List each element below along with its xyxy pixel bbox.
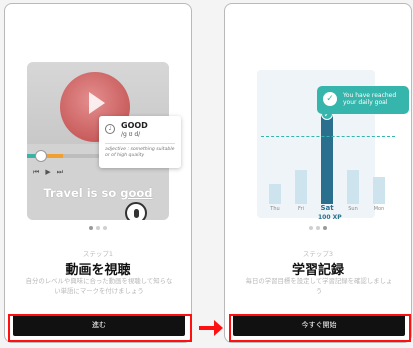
video-subtitle: Travel is so good	[27, 186, 169, 200]
page-dot	[96, 226, 100, 230]
goal-line	[261, 136, 395, 137]
page-dot	[309, 226, 313, 230]
chart-bar	[321, 114, 333, 204]
onboarding-screen-watch-video: ⏮ ▶ ⏭ Travel is so good ♩ GOOD /g ʊ d/ a…	[4, 3, 192, 343]
dictionary-ipa: /g ʊ d/	[121, 131, 141, 138]
chart-bar	[295, 170, 307, 204]
page-dot	[316, 226, 320, 230]
toast-line-1: You have reached	[343, 92, 397, 99]
page-dot	[89, 226, 93, 230]
page-dot	[323, 226, 327, 230]
page-dots	[225, 226, 411, 230]
xp-value-label: 100 XP	[318, 214, 342, 221]
speaker-icon: ♩	[105, 124, 115, 134]
previous-icon: ⏮	[33, 168, 40, 176]
dictionary-popup: ♩ GOOD /g ʊ d/ adjective : something sui…	[99, 116, 181, 168]
subtitle-highlight-word: good	[120, 186, 153, 200]
chart-x-label: Sun	[348, 206, 358, 212]
tap-hand-icon	[125, 202, 147, 220]
play-icon	[89, 92, 105, 114]
daily-goal-toast: ✓ You have reached your daily goal	[317, 86, 409, 114]
toast-line-2: your daily goal	[343, 99, 388, 106]
chart-x-label: Mon	[373, 206, 385, 212]
step-label: ステップ3	[302, 250, 334, 258]
progress-knob	[35, 150, 47, 162]
chart-x-label: Thu	[270, 206, 280, 212]
weekly-xp-chart: ✓	[265, 104, 395, 204]
step-label: ステップ1	[82, 250, 114, 258]
page-description: 毎日の学習目標を設定して学習記録を確認しましょう	[245, 277, 393, 295]
page-dot	[103, 226, 107, 230]
chart-x-label: Fri	[298, 206, 304, 212]
page-description: 自分のレベルや興味に合った動画を視聴して知らない単語にマークを付けましょう	[25, 277, 173, 295]
chart-bar	[373, 177, 385, 204]
chart-bar	[347, 170, 359, 204]
right-arrow-icon	[199, 320, 223, 336]
dictionary-definition: adjective : something suitable or of hig…	[105, 147, 175, 158]
player-controls: ⏮ ▶ ⏭	[33, 168, 63, 177]
next-icon: ⏭	[56, 168, 64, 176]
check-icon: ✓	[323, 92, 337, 106]
highlight-box	[8, 314, 192, 342]
page-dots	[5, 226, 191, 230]
chart-x-label: Sat	[320, 204, 334, 212]
subtitle-text: Travel is so	[43, 186, 121, 200]
dictionary-divider	[105, 143, 175, 144]
highlight-box	[229, 314, 411, 342]
page-title: 学習記録	[291, 263, 344, 278]
chart-bar	[269, 184, 281, 204]
dictionary-word: GOOD	[121, 121, 148, 130]
play-small-icon: ▶	[45, 168, 51, 176]
onboarding-screen-study-record: ✓ ✓ You have reached your daily goal ステッ…	[224, 3, 412, 343]
page-title: 動画を視聴	[65, 263, 131, 278]
